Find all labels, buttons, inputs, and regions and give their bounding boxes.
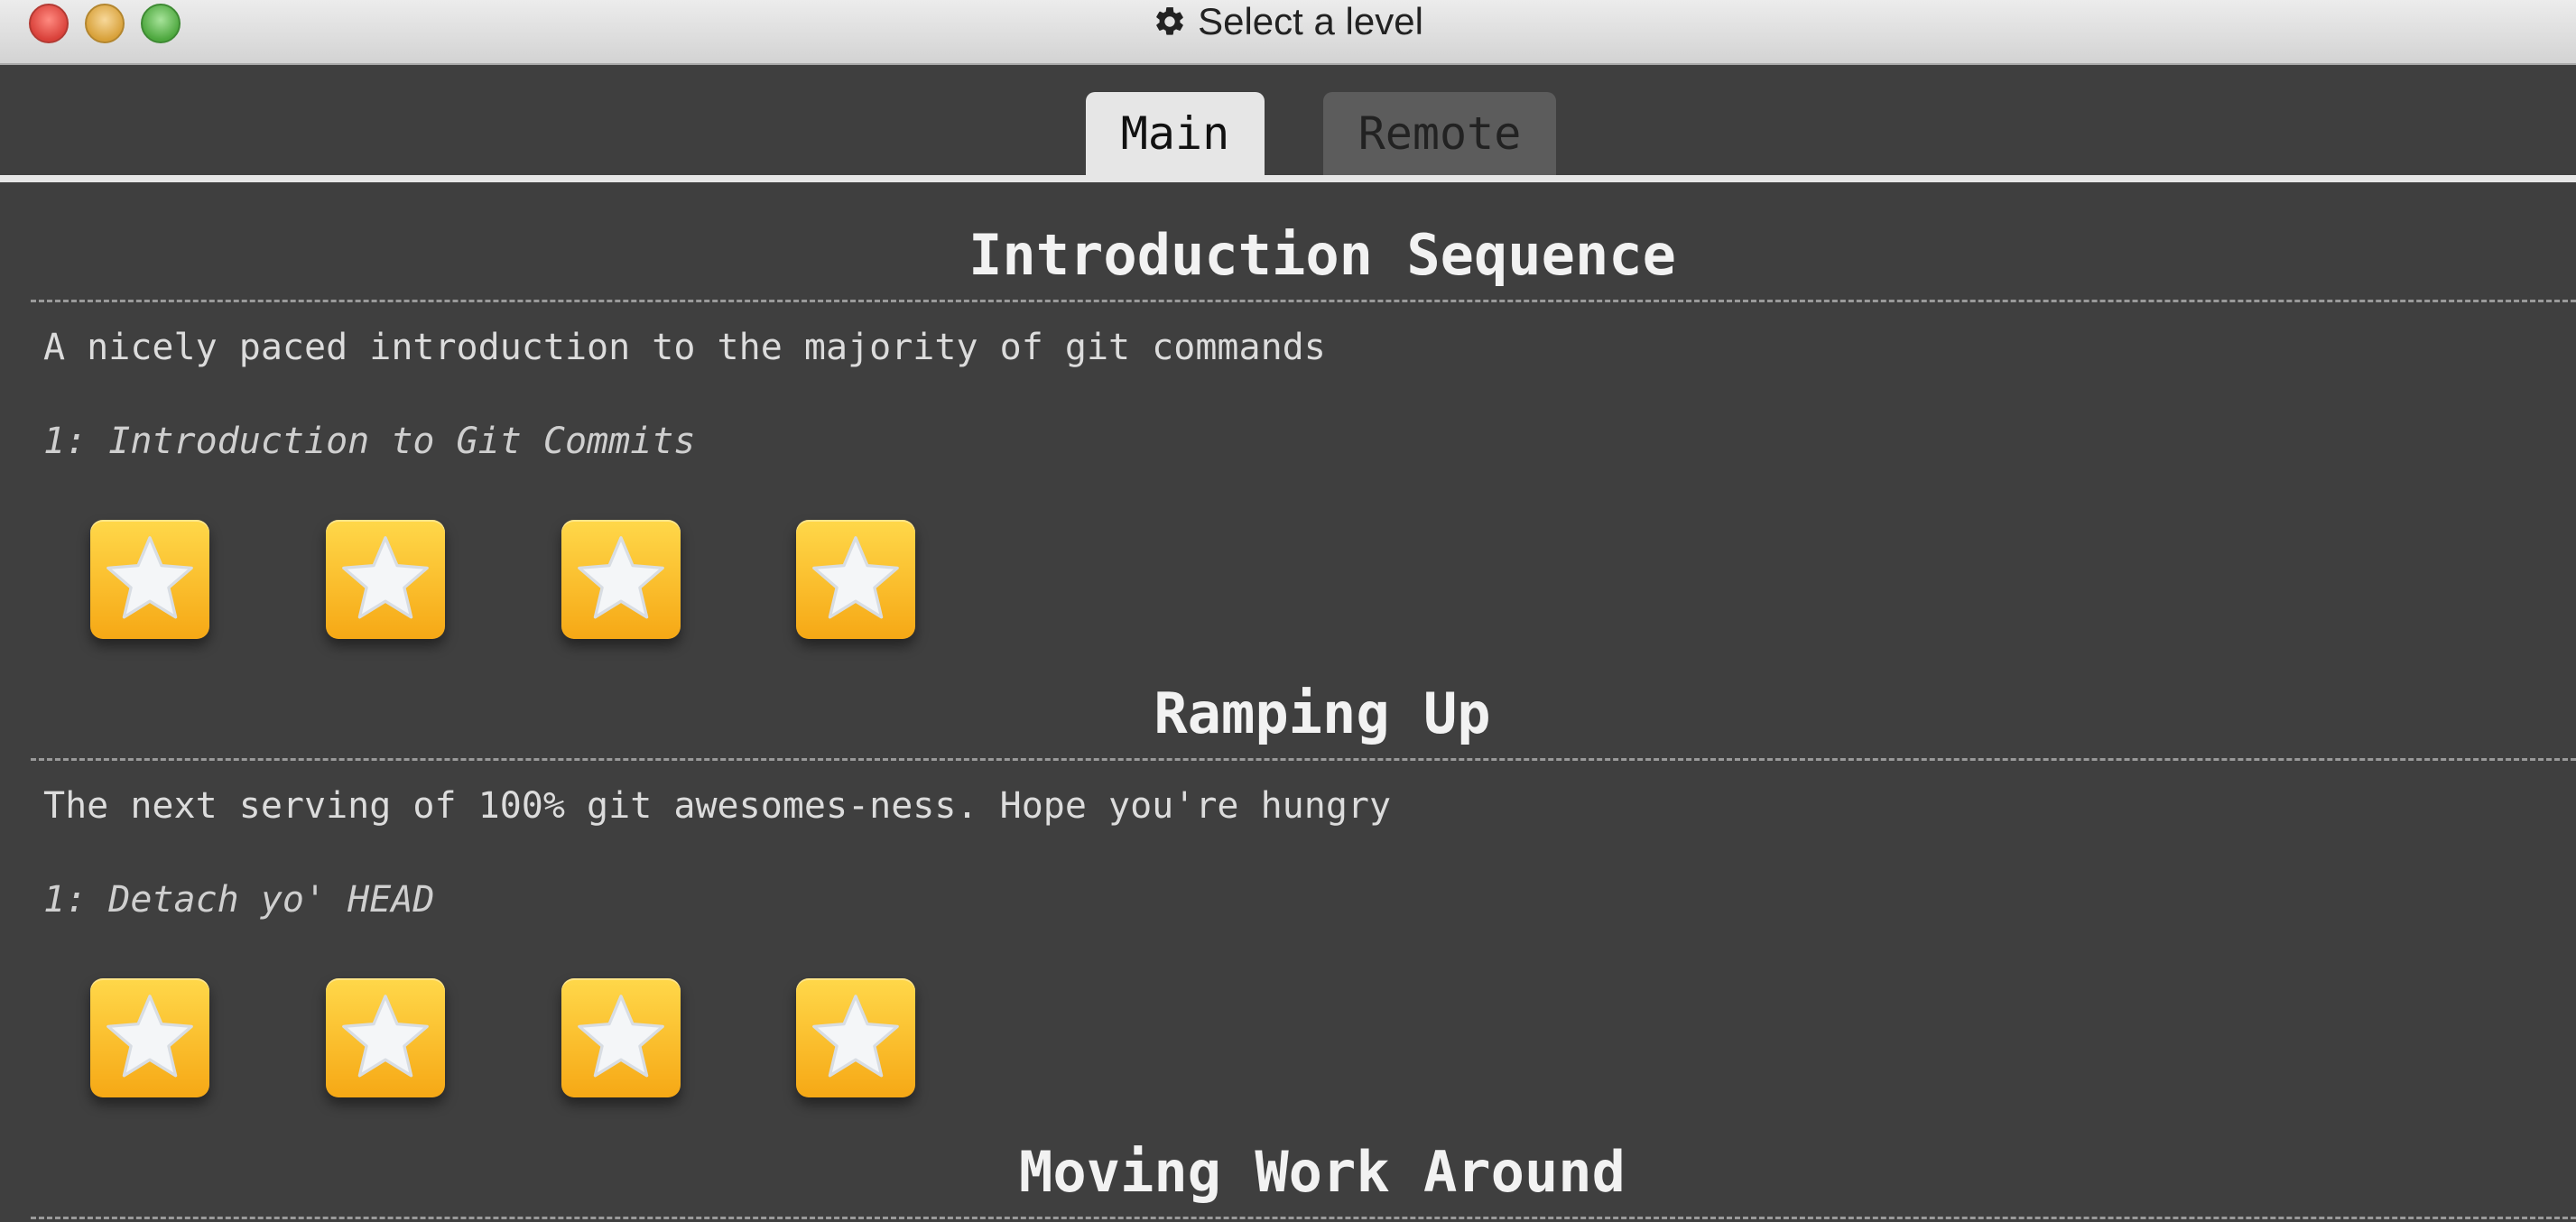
window-title-group: Select a level <box>0 0 2576 43</box>
section-divider <box>31 1217 2576 1219</box>
window-title: Select a level <box>1198 0 1423 42</box>
level-star-button-2[interactable] <box>326 520 445 639</box>
level-name: 1: Detach yo' HEAD <box>43 879 435 921</box>
section-description: The next serving of 100% git awesomes-ne… <box>43 785 1392 827</box>
star-icon <box>107 536 193 619</box>
level-star-button-4[interactable] <box>796 520 915 639</box>
level-select-window: Select a level Main Remote Introduction … <box>0 0 2576 1222</box>
level-star-button-3[interactable] <box>561 978 681 1097</box>
section-title: Ramping Up <box>1154 680 1491 746</box>
star-icon <box>342 995 429 1078</box>
section-description: A nicely paced introduction to the major… <box>43 327 1326 368</box>
tab-bar: Main Remote <box>0 92 2576 177</box>
star-icon <box>578 536 664 619</box>
section-title: Moving Work Around <box>1019 1139 1626 1205</box>
level-star-button-1[interactable] <box>90 978 209 1097</box>
tab-main[interactable]: Main <box>1086 92 1265 175</box>
star-icon <box>578 995 664 1078</box>
tab-remote[interactable]: Remote <box>1323 92 1556 175</box>
level-star-button-4[interactable] <box>796 978 915 1097</box>
star-icon <box>812 995 899 1078</box>
section-divider <box>31 758 2576 761</box>
star-icon <box>812 536 899 619</box>
title-bar: Select a level <box>0 0 2576 65</box>
section-title: Introduction Sequence <box>968 222 1676 288</box>
level-name: 1: Introduction to Git Commits <box>43 421 696 462</box>
tab-divider <box>0 175 2576 182</box>
level-list: Introduction Sequence A nicely paced int… <box>0 182 2576 1222</box>
star-icon <box>107 995 193 1078</box>
level-star-button-2[interactable] <box>326 978 445 1097</box>
level-star-button-3[interactable] <box>561 520 681 639</box>
star-icon <box>342 536 429 619</box>
gear-icon <box>1153 5 1187 39</box>
section-divider <box>31 300 2576 302</box>
level-star-button-1[interactable] <box>90 520 209 639</box>
